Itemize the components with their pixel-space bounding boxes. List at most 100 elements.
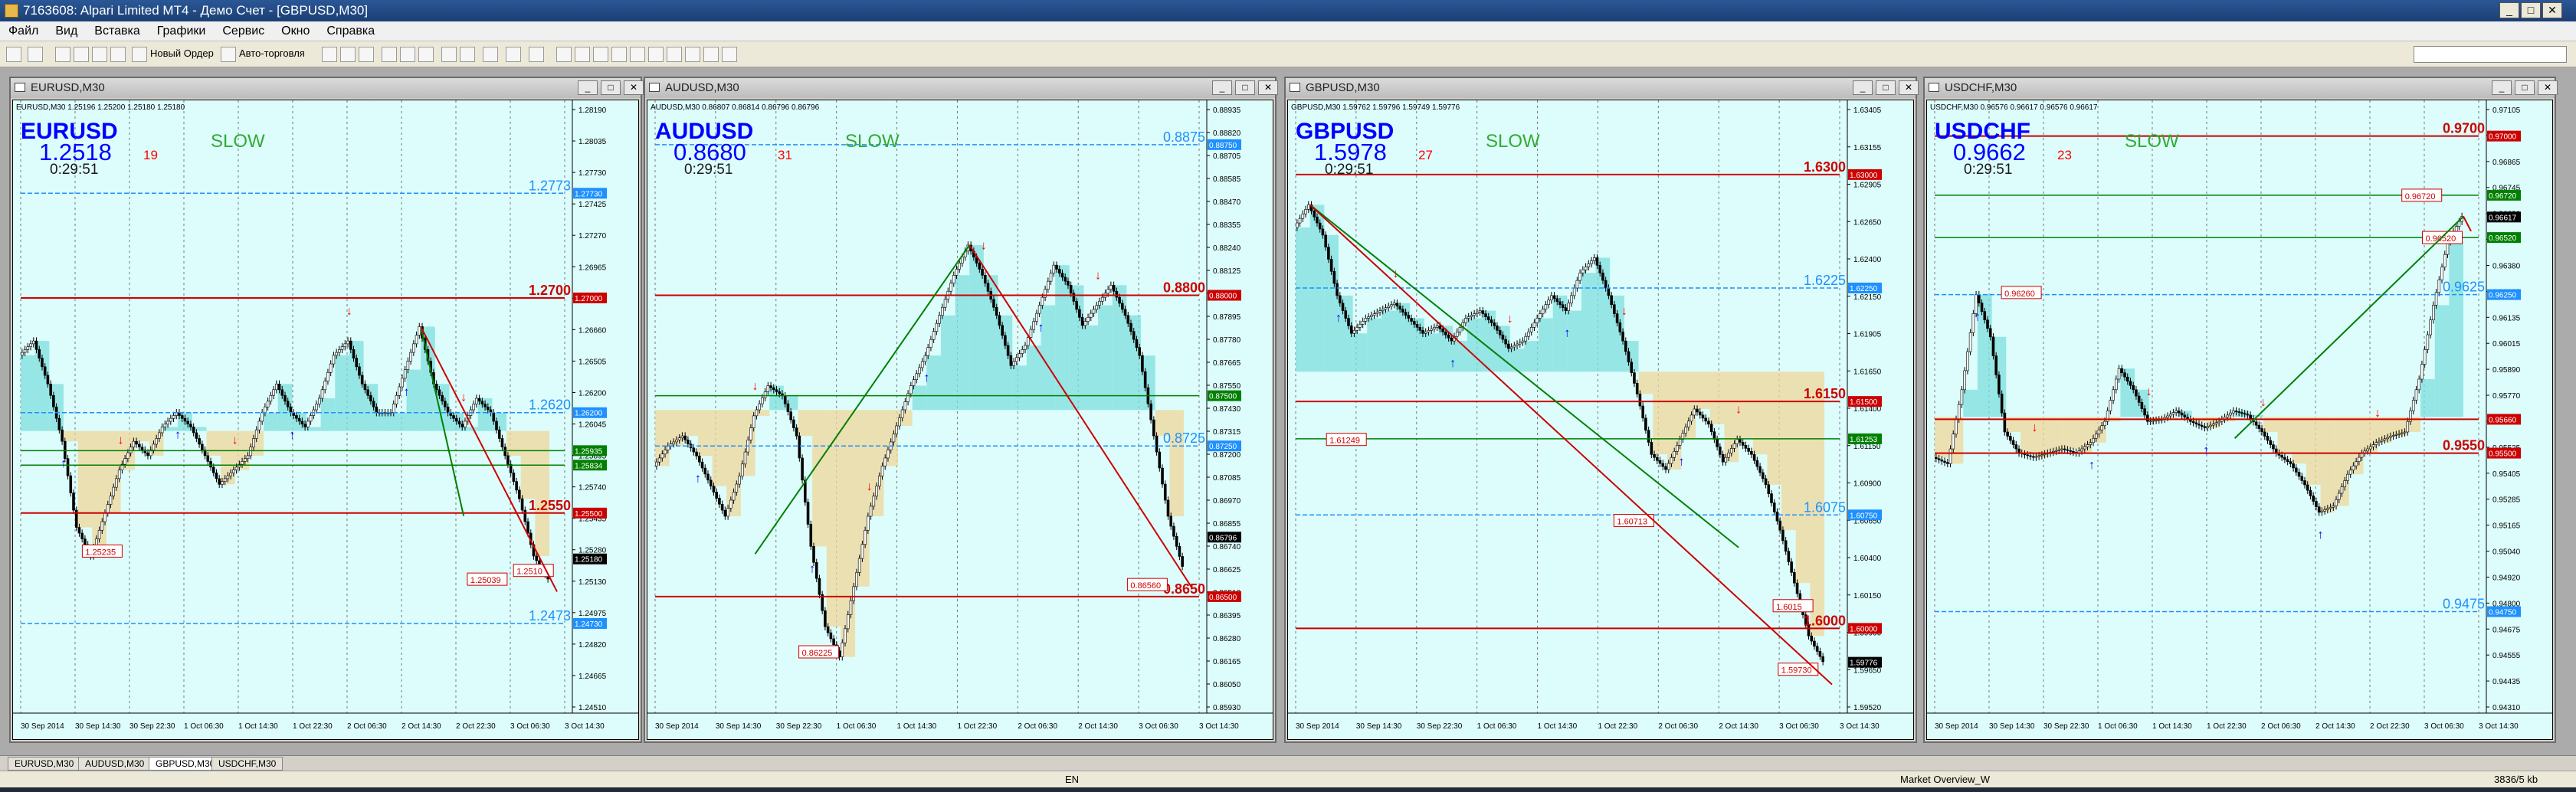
periods-icon[interactable]: [506, 47, 521, 62]
bear-candle: [1321, 228, 1325, 236]
chart-canvas[interactable]: 30 Sep 2014 30 Sep 14:30 30 Sep 22:30 1 Oct…: [13, 100, 639, 740]
price-axis-box-label: 1.61253: [1850, 436, 1878, 444]
bull-candle: [1044, 289, 1047, 298]
label-icon[interactable]: [703, 47, 719, 62]
zoom-in-icon[interactable]: [382, 47, 397, 62]
bear-cloud-segment: [1752, 371, 1768, 455]
arrows-icon[interactable]: [722, 47, 737, 62]
bull-candle: [1364, 318, 1368, 322]
trendline-icon[interactable]: [630, 47, 645, 62]
chart-close-button[interactable]: ✕: [1899, 80, 1919, 95]
chart-plot-area[interactable]: 30 Sep 2014 30 Sep 14:30 30 Sep 22:30 1 Oct…: [1287, 100, 1914, 740]
autotrading-button[interactable]: Авто-торговля: [239, 47, 305, 59]
templates-icon[interactable]: [529, 47, 544, 62]
chart-maximize-button[interactable]: □: [1235, 80, 1255, 95]
bear-candle: [1744, 445, 1748, 449]
new-chart-icon[interactable]: [6, 47, 21, 62]
chart-close-button[interactable]: ✕: [624, 80, 644, 95]
bear-candle: [818, 578, 821, 595]
chart-close-button[interactable]: ✕: [1258, 80, 1278, 95]
bear-candle: [718, 498, 721, 505]
bear-candle: [1818, 651, 1822, 657]
menu-view[interactable]: Вид: [47, 21, 86, 41]
trendline-resistance[interactable]: [2463, 216, 2472, 232]
search-input[interactable]: [2414, 46, 2567, 63]
hline-icon[interactable]: [611, 47, 627, 62]
autoscroll-icon[interactable]: [441, 47, 457, 62]
zoom-out-icon[interactable]: [400, 47, 415, 62]
chart-close-button[interactable]: ✕: [2538, 80, 2558, 95]
vline-icon[interactable]: [593, 47, 608, 62]
chart-window-gbpusd[interactable]: GBPUSD,M30 _ □ ✕ 30 Sep 2014 30 Sep 14:30 30 S…: [1284, 77, 1919, 743]
tab-usdchf[interactable]: USDCHF,M30: [211, 757, 283, 771]
chart-window-usdchf[interactable]: USDCHF,M30 _ □ ✕ 30 Sep 2014 30 Sep 14:30 30 S…: [1923, 77, 2558, 743]
chart-canvas[interactable]: 30 Sep 2014 30 Sep 14:30 30 Sep 22:30 1 Oct…: [647, 100, 1273, 740]
bear-candle: [1418, 327, 1422, 331]
chart-maximize-button[interactable]: □: [1876, 80, 1896, 95]
menu-tools[interactable]: Сервис: [214, 21, 273, 41]
buy-arrow-icon: ↑: [1564, 327, 1570, 340]
bear-candle: [183, 417, 187, 422]
menu-file[interactable]: Файл: [0, 21, 47, 41]
chart-plot-area[interactable]: 30 Sep 2014 30 Sep 14:30 30 Sep 22:30 1 Oct…: [12, 100, 639, 740]
chart-icon: [15, 83, 25, 92]
terminal-icon[interactable]: [92, 47, 107, 62]
new-order-icon[interactable]: [132, 47, 147, 62]
level-side-label: 1.2700: [529, 283, 571, 298]
chart-minimize-button[interactable]: _: [1212, 80, 1232, 95]
chart-minimize-button[interactable]: _: [578, 80, 598, 95]
bar-chart-icon[interactable]: [322, 47, 337, 62]
crosshair-icon[interactable]: [575, 47, 590, 62]
chart-plot-area[interactable]: 30 Sep 2014 30 Sep 14:30 30 Sep 22:30 1 Oct…: [647, 100, 1273, 740]
profiles-icon[interactable]: [28, 47, 43, 62]
minimize-button[interactable]: _: [2499, 2, 2519, 18]
chart-plot-area[interactable]: 30 Sep 2014 30 Sep 14:30 30 Sep 22:30 1 Oct…: [1926, 100, 2553, 740]
bull-candle: [1100, 296, 1104, 302]
chart-canvas[interactable]: 30 Sep 2014 30 Sep 14:30 30 Sep 22:30 1 Oct…: [1288, 100, 1914, 740]
menu-window[interactable]: Окно: [273, 21, 318, 41]
chart-window-title[interactable]: AUDUSD,M30 _ □ ✕: [645, 78, 1278, 98]
bear-candle: [798, 435, 801, 459]
fibo-icon[interactable]: [667, 47, 682, 62]
bull-candle: [163, 424, 167, 427]
bull-cloud-segment: [1098, 305, 1113, 411]
bull-cloud-segment: [1524, 341, 1539, 372]
bull-candle: [1539, 313, 1542, 319]
shift-icon[interactable]: [460, 47, 475, 62]
bull-candle: [1092, 309, 1096, 314]
chart-maximize-button[interactable]: □: [2515, 80, 2535, 95]
maximize-button[interactable]: □: [2521, 2, 2541, 18]
chart-canvas[interactable]: 30 Sep 2014 30 Sep 14:30 30 Sep 22:30 1 Oct…: [1927, 100, 2553, 740]
line-chart-icon[interactable]: [359, 47, 374, 62]
chart-maximize-button[interactable]: □: [601, 80, 621, 95]
tester-icon[interactable]: [110, 47, 126, 62]
bear-candle: [515, 481, 518, 491]
indicators-icon[interactable]: [483, 47, 498, 62]
tab-audusd[interactable]: AUDUSD,M30: [78, 757, 152, 771]
chart-window-title[interactable]: EURUSD,M30 _ □ ✕: [11, 78, 644, 98]
chart-minimize-button[interactable]: _: [2492, 80, 2512, 95]
menu-charts[interactable]: Графики: [149, 21, 215, 41]
bull-candle: [961, 257, 964, 263]
tab-eurusd[interactable]: EURUSD,M30: [8, 757, 81, 771]
channel-icon[interactable]: [648, 47, 664, 62]
chart-window-title[interactable]: USDCHF,M30 _ □ ✕: [1925, 78, 2558, 98]
autotrading-icon[interactable]: [221, 47, 236, 62]
menu-insert[interactable]: Вставка: [86, 21, 148, 41]
cursor-icon[interactable]: [556, 47, 572, 62]
chart-minimize-button[interactable]: _: [1853, 80, 1873, 95]
menu-help[interactable]: Справка: [318, 21, 383, 41]
bull-candle: [2080, 448, 2083, 452]
candles-icon[interactable]: [340, 47, 356, 62]
y-tick-label: 1.24510: [578, 704, 607, 712]
market-watch-icon[interactable]: [55, 47, 70, 62]
close-button[interactable]: ✕: [2542, 2, 2562, 18]
text-icon[interactable]: [685, 47, 700, 62]
chart-window-audusd[interactable]: AUDUSD,M30 _ □ ✕ 30 Sep 2014 30 Sep 14:30 30 S…: [644, 77, 1278, 743]
chart-window-title[interactable]: GBPUSD,M30 _ □ ✕: [1286, 78, 1919, 98]
chart-window-eurusd[interactable]: EURUSD,M30 _ □ ✕ 30 Sep 2014 30 Sep 14:30 30 S…: [9, 77, 644, 743]
tile-icon[interactable]: [418, 47, 434, 62]
new-order-button[interactable]: Новый Ордер: [150, 47, 214, 59]
navigator-icon[interactable]: [74, 47, 89, 62]
bear-candle: [1795, 582, 1799, 594]
